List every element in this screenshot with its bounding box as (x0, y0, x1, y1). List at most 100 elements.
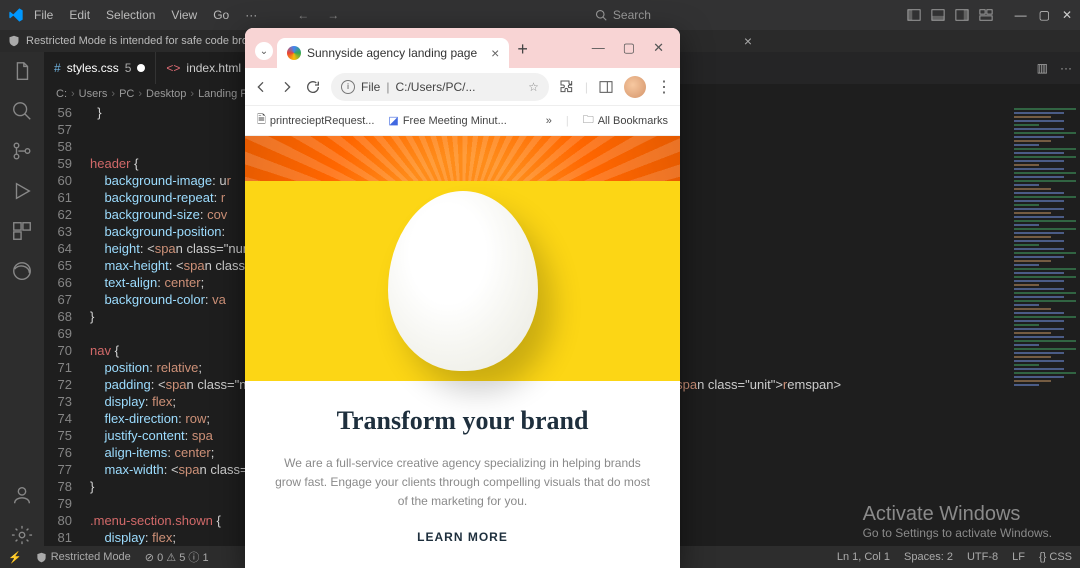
nav-forward-icon[interactable]: → (327, 8, 339, 22)
activity-bar (0, 52, 44, 546)
page-icon: 🗎 (257, 111, 266, 130)
search-icon (595, 9, 607, 21)
status-problems[interactable]: ⊘ 0 ⚠ 5 ⓘ 1 (145, 549, 209, 565)
breadcrumb-seg[interactable]: C: (56, 88, 67, 100)
bookmark-item[interactable]: ◪ Free Meeting Minut... (388, 114, 506, 127)
forward-icon[interactable] (279, 79, 295, 95)
webpage-content: Transform your brand We are a full-servi… (245, 136, 680, 568)
chrome-tab[interactable]: Sunnyside agency landing page × (277, 38, 509, 68)
command-center-search[interactable]: Search (595, 8, 651, 22)
layout-customize-icon[interactable] (979, 8, 993, 22)
shield-icon (8, 35, 20, 47)
chrome-minimize-icon[interactable]: — (592, 40, 605, 56)
all-bookmarks-label: All Bookmarks (598, 115, 668, 127)
brand-heading: Transform your brand (275, 406, 650, 436)
status-language[interactable]: {} CSS (1039, 551, 1072, 563)
status-encoding[interactable]: UTF-8 (967, 551, 998, 563)
window-close-icon[interactable]: ✕ (1062, 8, 1072, 22)
search-placeholder: Search (613, 8, 651, 22)
remote-indicator-icon[interactable]: ⚡ (8, 551, 22, 564)
menu-bar: File Edit Selection View Go ··· (34, 8, 257, 22)
chrome-menu-icon[interactable]: ⋮ (656, 77, 672, 97)
menu-go[interactable]: Go (213, 8, 229, 22)
split-editor-icon[interactable]: ▥ (1037, 61, 1048, 75)
tab-label: index.html (186, 61, 241, 75)
menu-edit[interactable]: Edit (69, 8, 90, 22)
menu-view[interactable]: View (171, 8, 197, 22)
edge-icon[interactable] (11, 260, 33, 282)
account-icon[interactable] (11, 484, 33, 506)
status-spaces[interactable]: Spaces: 2 (904, 551, 953, 563)
breadcrumb-seg[interactable]: Users (79, 88, 108, 100)
search-icon[interactable] (11, 100, 33, 122)
menu-more[interactable]: ··· (245, 8, 257, 22)
minimap[interactable] (1010, 104, 1080, 524)
favicon-icon (287, 46, 301, 60)
tab-label: styles.css (67, 61, 119, 75)
status-cursor[interactable]: Ln 1, Col 1 (837, 551, 890, 563)
reload-icon[interactable] (305, 79, 321, 95)
extensions-icon[interactable] (11, 220, 33, 242)
chrome-browser-window: ⌄ Sunnyside agency landing page × + — ▢ … (245, 28, 680, 568)
line-numbers: 5657585960616263646566676869707172737475… (44, 104, 84, 546)
bookmark-star-icon[interactable]: ☆ (528, 80, 539, 94)
bookmarks-overflow-icon[interactable]: » (546, 115, 552, 127)
html-file-icon: <> (166, 61, 180, 75)
omnibox-protocol: File (361, 80, 380, 94)
chrome-maximize-icon[interactable]: ▢ (623, 40, 635, 56)
status-restricted[interactable]: Restricted Mode (36, 551, 131, 563)
new-tab-icon[interactable]: + (517, 39, 528, 60)
bookmarks-bar: 🗎 printrecieptRequest... ◪ Free Meeting … (245, 106, 680, 136)
settings-gear-icon[interactable] (11, 524, 33, 546)
shield-icon (36, 552, 47, 563)
tab-modified-badge: 5 (125, 61, 132, 75)
vscode-logo-icon (8, 7, 24, 23)
bookmark-label: printrecieptRequest... (270, 115, 375, 127)
omnibox[interactable]: i File | C:/Users/PC/... ☆ (331, 73, 549, 101)
learn-more-link[interactable]: LEARN MORE (417, 530, 508, 544)
banner-close-icon[interactable]: × (744, 33, 752, 49)
menu-file[interactable]: File (34, 8, 53, 22)
window-minimize-icon[interactable]: — (1015, 8, 1027, 22)
breadcrumb-seg[interactable]: Desktop (146, 88, 186, 100)
explorer-icon[interactable] (11, 60, 33, 82)
chrome-tab-title: Sunnyside agency landing page (307, 46, 477, 60)
file-protocol-icon: i (341, 80, 355, 94)
layout-panel-bottom-icon[interactable] (931, 8, 945, 22)
egg-section (245, 181, 680, 381)
status-eol[interactable]: LF (1012, 551, 1025, 563)
unsaved-dot-icon (137, 64, 145, 72)
brand-section: Transform your brand We are a full-servi… (245, 381, 680, 568)
source-control-icon[interactable] (11, 140, 33, 162)
breadcrumb-seg[interactable]: PC (119, 88, 134, 100)
activate-heading: Activate Windows (863, 503, 1052, 526)
vscode-title-bar: File Edit Selection View Go ··· ← → Sear… (0, 0, 1080, 30)
all-bookmarks[interactable]: 🗀 All Bookmarks (583, 111, 668, 130)
chrome-close-icon[interactable]: ✕ (653, 40, 664, 56)
tab-close-icon[interactable]: × (491, 45, 499, 61)
tab-index-html[interactable]: <> index.html (156, 52, 252, 84)
more-actions-icon[interactable]: ··· (1060, 61, 1072, 75)
chrome-toolbar: i File | C:/Users/PC/... ☆ | ⋮ (245, 68, 680, 106)
layout-panel-right-icon[interactable] (955, 8, 969, 22)
activate-windows-watermark: Activate Windows Go to Settings to activ… (863, 503, 1052, 540)
egg-image (388, 191, 538, 371)
extensions-puzzle-icon[interactable] (559, 79, 575, 95)
chrome-tab-strip: ⌄ Sunnyside agency landing page × + — ▢ … (245, 28, 680, 68)
folder-icon: 🗀 (583, 111, 594, 130)
activate-sub: Go to Settings to activate Windows. (863, 526, 1052, 540)
nav-back-icon[interactable]: ← (297, 8, 309, 22)
tab-styles-css[interactable]: # styles.css 5 (44, 52, 156, 84)
menu-selection[interactable]: Selection (106, 8, 155, 22)
profile-avatar-icon[interactable] (624, 76, 646, 98)
tab-search-icon[interactable]: ⌄ (255, 42, 273, 60)
page-icon: ◪ (388, 114, 398, 127)
layout-panel-left-icon[interactable] (907, 8, 921, 22)
bookmark-item[interactable]: 🗎 printrecieptRequest... (257, 111, 374, 130)
side-panel-icon[interactable] (598, 79, 614, 95)
back-icon[interactable] (253, 79, 269, 95)
run-debug-icon[interactable] (11, 180, 33, 202)
window-maximize-icon[interactable]: ▢ (1039, 8, 1050, 22)
bookmark-label: Free Meeting Minut... (403, 115, 507, 127)
brand-paragraph: We are a full-service creative agency sp… (275, 454, 650, 512)
